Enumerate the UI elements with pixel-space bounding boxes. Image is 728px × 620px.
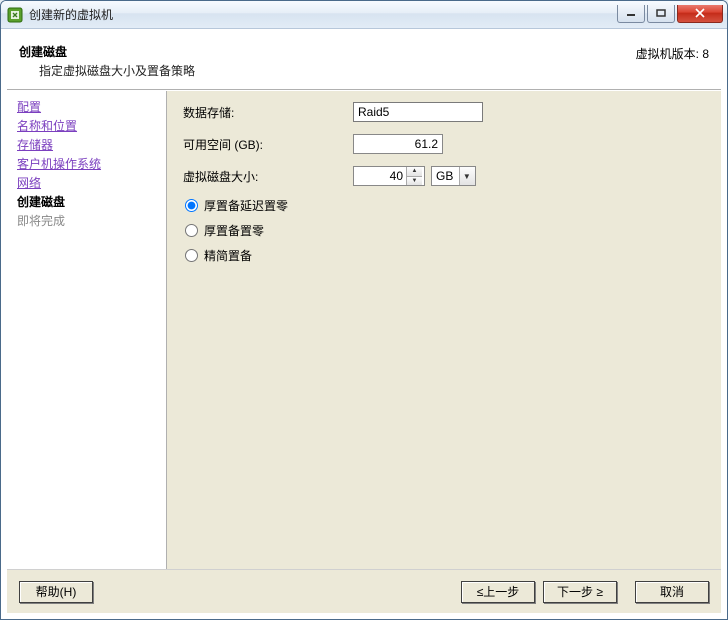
nav-step-ready: 即将完成 <box>17 213 156 229</box>
provision-radio-thick-eager[interactable] <box>185 224 198 237</box>
provision-label-thick-eager: 厚置备置零 <box>204 222 264 239</box>
nav-step-network[interactable]: 网络 <box>17 175 156 191</box>
nav-step-create-disk: 创建磁盘 <box>17 194 156 210</box>
window-controls <box>617 5 723 25</box>
help-button[interactable]: 帮助(H) <box>19 581 93 603</box>
vm-version-label: 虚拟机版本: 8 <box>636 43 709 79</box>
next-button-label: 下一步 ≥ <box>557 585 603 599</box>
app-icon <box>7 7 23 23</box>
available-space-label: 可用空间 (GB): <box>183 136 353 153</box>
available-space-value: 61.2 <box>353 134 443 154</box>
available-space-row: 可用空间 (GB): 61.2 <box>183 133 705 155</box>
back-button-label: ≤上一步 <box>477 585 520 599</box>
wizard-header: 创建磁盘 指定虚拟磁盘大小及置备策略 虚拟机版本: 8 <box>7 35 721 90</box>
titlebar: 创建新的虚拟机 <box>1 1 727 29</box>
nav-step-config[interactable]: 配置 <box>17 99 156 115</box>
disk-size-unit-select[interactable]: GB ▼ <box>431 166 476 186</box>
provision-option-thick-lazy[interactable]: 厚置备延迟置零 <box>185 197 705 214</box>
help-button-label: 帮助(H) <box>36 585 77 599</box>
nav-step-guest-os[interactable]: 客户机操作系统 <box>17 156 156 172</box>
maximize-button[interactable] <box>647 5 675 23</box>
close-button[interactable] <box>677 5 723 23</box>
minimize-button[interactable] <box>617 5 645 23</box>
window-title: 创建新的虚拟机 <box>29 6 617 23</box>
dialog-window: 创建新的虚拟机 创建磁盘 指定虚拟磁盘大小及置备策略 虚拟机版本: 8 <box>0 0 728 620</box>
page-title: 创建磁盘 <box>19 43 636 60</box>
provision-option-thin[interactable]: 精简置备 <box>185 247 705 264</box>
disk-size-spinner[interactable]: ▲ ▼ <box>353 166 425 186</box>
wizard: 创建磁盘 指定虚拟磁盘大小及置备策略 虚拟机版本: 8 配置 名称和位置 存储器… <box>7 35 721 613</box>
next-button[interactable]: 下一步 ≥ <box>543 581 617 603</box>
wizard-body: 配置 名称和位置 存储器 客户机操作系统 网络 创建磁盘 即将完成 数据存储: … <box>7 90 721 569</box>
provision-label-thick-lazy: 厚置备延迟置零 <box>204 197 288 214</box>
page-subtitle: 指定虚拟磁盘大小及置备策略 <box>39 62 636 79</box>
disk-size-up-button[interactable]: ▲ <box>407 167 422 177</box>
disk-size-label: 虚拟磁盘大小: <box>183 168 353 185</box>
disk-size-row: 虚拟磁盘大小: ▲ ▼ GB ▼ <box>183 165 705 187</box>
wizard-footer: 帮助(H) ≤上一步 下一步 ≥ 取消 <box>7 569 721 613</box>
datastore-label: 数据存储: <box>183 104 353 121</box>
nav-step-storage[interactable]: 存储器 <box>17 137 156 153</box>
wizard-nav: 配置 名称和位置 存储器 客户机操作系统 网络 创建磁盘 即将完成 <box>7 91 167 569</box>
disk-size-down-button[interactable]: ▼ <box>407 177 422 186</box>
provision-option-thick-eager[interactable]: 厚置备置零 <box>185 222 705 239</box>
disk-size-input[interactable] <box>354 169 406 183</box>
chevron-down-icon[interactable]: ▼ <box>459 167 475 185</box>
disk-size-unit-value: GB <box>432 169 459 183</box>
dialog-body-wrapper: 创建磁盘 指定虚拟磁盘大小及置备策略 虚拟机版本: 8 配置 名称和位置 存储器… <box>1 29 727 619</box>
cancel-button-label: 取消 <box>660 585 684 599</box>
provision-radio-thin[interactable] <box>185 249 198 262</box>
cancel-button[interactable]: 取消 <box>635 581 709 603</box>
provisioning-radios: 厚置备延迟置零 厚置备置零 精简置备 <box>185 197 705 264</box>
nav-step-name-location[interactable]: 名称和位置 <box>17 118 156 134</box>
provision-label-thin: 精简置备 <box>204 247 252 264</box>
datastore-row: 数据存储: Raid5 <box>183 101 705 123</box>
wizard-content: 数据存储: Raid5 可用空间 (GB): 61.2 虚拟磁盘大小: ▲ <box>167 91 721 569</box>
back-button[interactable]: ≤上一步 <box>461 581 535 603</box>
datastore-value: Raid5 <box>353 102 483 122</box>
provision-radio-thick-lazy[interactable] <box>185 199 198 212</box>
